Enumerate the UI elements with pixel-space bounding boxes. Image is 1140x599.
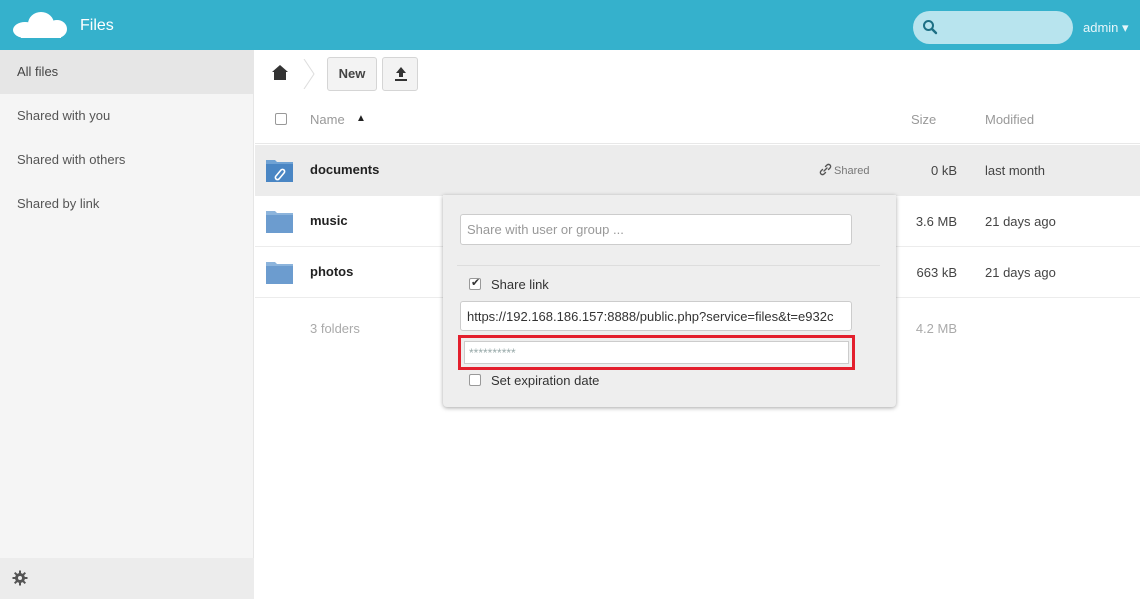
sidebar-item-shared-by-link[interactable]: Shared by link [0,182,254,226]
file-table-header: Name ▲ Size Modified [255,96,1140,144]
share-dropdown: Share link Set expiration date [443,195,896,407]
folder-icon[interactable] [265,259,294,285]
expiration-checkbox[interactable] [469,374,481,386]
shared-action[interactable]: Shared [819,163,869,177]
upload-button[interactable] [382,57,418,91]
file-modified: 21 days ago [985,265,1056,280]
user-menu[interactable]: admin ▾ [1083,20,1129,36]
share-link-label[interactable]: Share link [491,277,549,292]
file-size: 663 kB [916,265,957,280]
home-icon[interactable] [272,65,288,80]
sidebar-item-shared-with-others[interactable]: Shared with others [0,138,254,182]
share-link-checkbox[interactable] [469,276,481,290]
expiration-label[interactable]: Set expiration date [491,373,599,388]
folder-icon[interactable] [265,208,294,234]
table-row[interactable]: documents Shared 0 kB last month [255,145,1140,196]
file-name[interactable]: photos [310,264,353,279]
summary-size: 4.2 MB [915,321,957,336]
link-icon [819,163,832,176]
divider [457,265,880,266]
settings-button[interactable] [0,558,254,599]
cloud-logo-icon[interactable] [11,12,71,38]
controls-bar: New [255,50,1140,96]
file-name[interactable]: documents [310,162,379,177]
column-size-header[interactable]: Size [911,112,936,127]
file-size: 3.6 MB [915,214,957,229]
column-name-header[interactable]: Name [310,112,345,127]
sidebar-item-all-files[interactable]: All files [0,50,254,94]
file-modified: 21 days ago [985,214,1056,229]
new-button[interactable]: New [327,57,377,91]
sort-ascending-icon[interactable]: ▲ [356,113,366,124]
shared-label: Shared [834,165,870,177]
breadcrumb-separator-icon [303,59,315,89]
search-icon [923,20,938,35]
file-name[interactable]: music [310,213,348,228]
password-field[interactable] [464,341,849,364]
search-input[interactable] [943,18,1063,38]
share-with-input[interactable] [460,214,852,245]
column-modified-header[interactable]: Modified [985,112,1034,127]
upload-icon [395,67,407,81]
search-box[interactable] [913,11,1073,44]
file-size: 0 kB [930,163,957,178]
app-title[interactable]: Files [80,17,114,35]
gear-icon [12,570,28,586]
summary-count: 3 folders [310,321,360,336]
top-header: Files admin ▾ [0,0,1140,50]
sidebar: All files Shared with you Shared with ot… [0,50,254,599]
password-field-highlight [458,335,855,370]
shared-folder-icon[interactable] [265,157,294,183]
file-modified: last month [985,163,1045,178]
select-all-checkbox[interactable] [275,113,287,125]
share-link-url-field[interactable] [460,301,852,331]
sidebar-item-shared-with-you[interactable]: Shared with you [0,94,254,138]
